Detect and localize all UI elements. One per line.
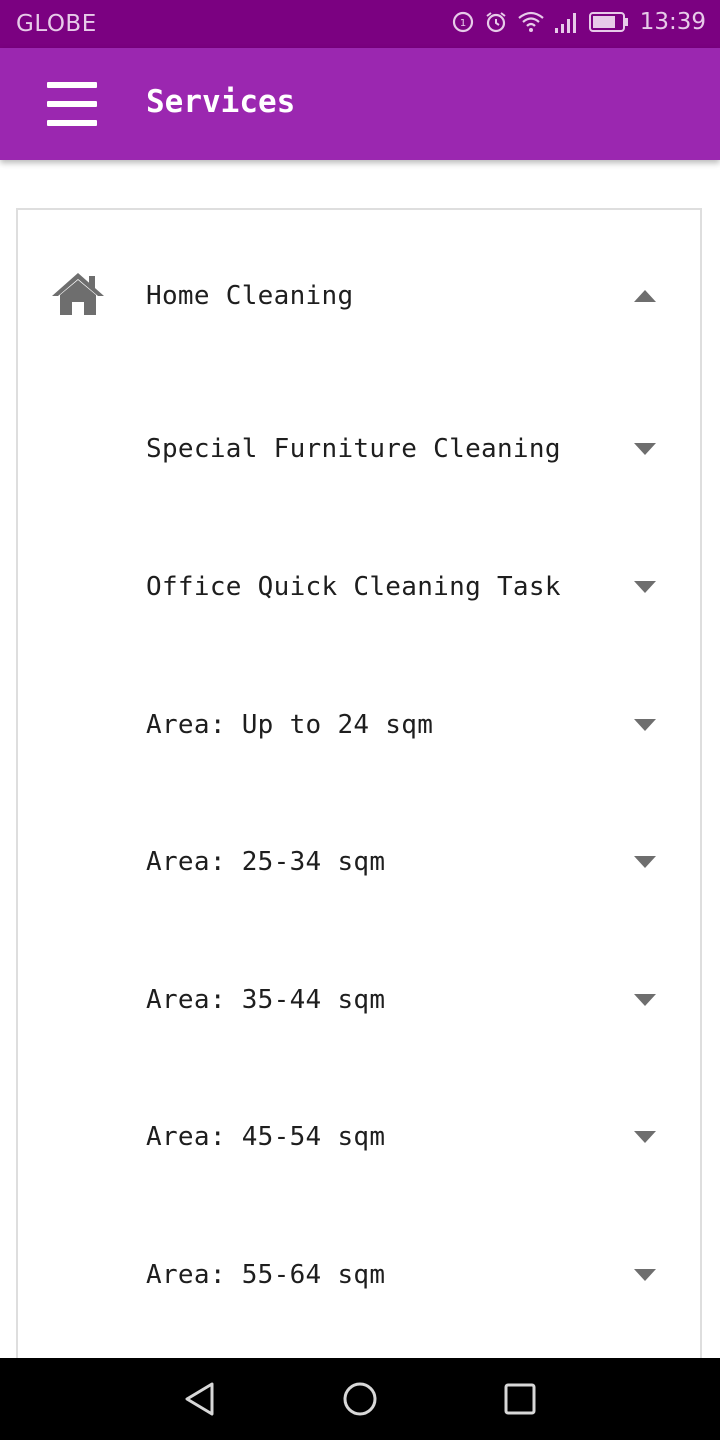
service-item[interactable]: Special Furniture Cleaning <box>18 409 704 489</box>
service-item-label: Area: 25-34 sqm <box>146 847 386 877</box>
caret-down-icon[interactable] <box>634 581 656 593</box>
caret-down-icon[interactable] <box>634 443 656 455</box>
data-saver-icon: 1 <box>451 10 475 34</box>
service-item-label: Area: Up to 24 sqm <box>146 710 434 740</box>
recents-icon[interactable] <box>500 1379 540 1419</box>
services-card: Home Cleaning Special Furniture Cleaning… <box>16 208 702 1408</box>
alarm-icon <box>484 10 508 34</box>
service-item-label: Area: 55-64 sqm <box>146 1260 386 1290</box>
category-row-home-cleaning[interactable]: Home Cleaning <box>18 256 704 336</box>
svg-text:1: 1 <box>460 18 466 29</box>
service-item[interactable]: Area: 35-44 sqm <box>18 960 704 1040</box>
service-item-label: Area: 45-54 sqm <box>146 1122 386 1152</box>
back-icon[interactable] <box>180 1379 220 1419</box>
page-title: Services <box>146 84 296 120</box>
app-bar: Services <box>0 48 720 160</box>
signal-icon <box>554 10 580 34</box>
hamburger-menu-icon[interactable] <box>47 82 97 126</box>
wifi-icon <box>517 10 545 34</box>
service-item[interactable]: Area: 45-54 sqm <box>18 1097 704 1177</box>
service-item[interactable]: Area: 25-34 sqm <box>18 822 704 902</box>
caret-down-icon[interactable] <box>634 1131 656 1143</box>
caret-down-icon[interactable] <box>634 1269 656 1281</box>
caret-down-icon[interactable] <box>634 994 656 1006</box>
service-item-label: Office Quick Cleaning Task <box>146 572 561 602</box>
caret-down-icon[interactable] <box>634 856 656 868</box>
service-item[interactable]: Area: 55-64 sqm <box>18 1235 704 1315</box>
status-bar: GLOBE 1 13:39 <box>0 0 720 48</box>
status-icons: 1 13:39 <box>451 9 706 35</box>
service-item[interactable]: Area: Up to 24 sqm <box>18 685 704 765</box>
category-label: Home Cleaning <box>146 281 354 311</box>
home-icon <box>50 271 106 321</box>
service-item-label: Special Furniture Cleaning <box>146 434 561 464</box>
home-circle-icon[interactable] <box>340 1379 380 1419</box>
service-item[interactable]: Office Quick Cleaning Task <box>18 547 704 627</box>
navigation-bar <box>0 1358 720 1440</box>
carrier-label: GLOBE <box>16 11 97 37</box>
battery-icon <box>588 11 629 33</box>
service-item-label: Area: 35-44 sqm <box>146 985 386 1015</box>
caret-down-icon[interactable] <box>634 719 656 731</box>
clock: 13:39 <box>639 9 706 35</box>
caret-up-icon[interactable] <box>634 290 656 302</box>
